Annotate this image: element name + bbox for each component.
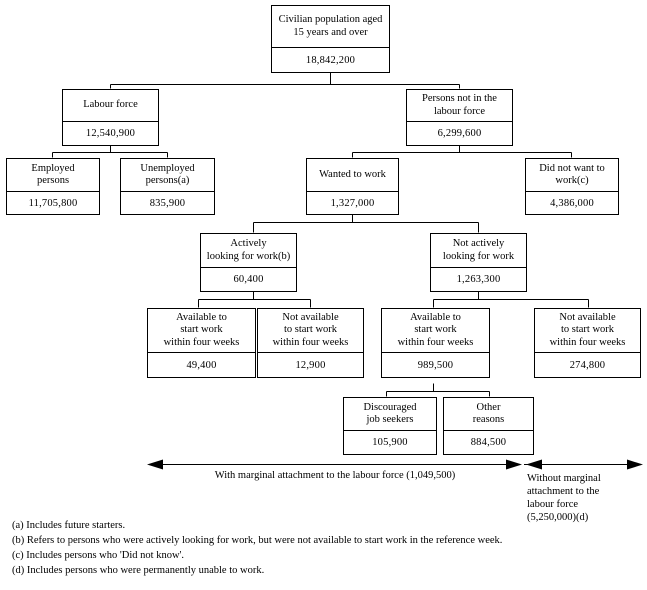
node-value: 12,540,900 (85, 128, 136, 139)
node-wanted-to-work: Wanted to work 1,327,000 (306, 158, 399, 215)
footnotes: (a) Includes future starters. (b) Refers… (12, 519, 502, 579)
node-persons-not-in-labour-force: Persons not in the labour force 6,299,60… (406, 89, 513, 146)
node-available-within-four-weeks-not-actively: Available to start work within four week… (381, 308, 490, 378)
node-label: Actively looking for work(b) (201, 234, 296, 268)
annotation-line-1: Without marginal (527, 473, 601, 484)
node-value: 49,400 (186, 359, 217, 371)
node-not-actively-looking-for-work: Not actively looking for work 1,263,300 (430, 233, 527, 292)
node-value: 60,400 (233, 274, 264, 285)
node-label: Employed persons (7, 159, 99, 192)
node-label: Other reasons (444, 398, 533, 431)
node-labour-force: Labour force 12,540,900 (62, 89, 159, 146)
footnote-b: (b) Refers to persons who were actively … (12, 534, 503, 546)
node-value: 989,500 (417, 359, 454, 371)
annotation-line-4: (5,250,000)(d) (527, 512, 589, 524)
node-not-available-within-four-weeks-not-actively: Not available to start work within four … (534, 308, 641, 378)
node-label: Unemployed persons(a) (121, 159, 214, 192)
footnote-c: (c) Includes persons who 'Did not know'. (12, 549, 185, 561)
node-label: Civilian population aged 15 years and ov… (272, 6, 389, 48)
arrowhead-left (147, 459, 163, 470)
annotation-with-marginal-attachment: With marginal attachment to the labour f… (214, 470, 456, 481)
node-not-available-within-four-weeks-actively: Not available to start work within four … (257, 308, 364, 378)
node-discouraged-job-seekers: Discouraged job seekers 105,900 (343, 397, 437, 455)
node-label: Available to start work within four week… (382, 309, 489, 353)
node-other-reasons: Other reasons 884,500 (443, 397, 534, 455)
node-employed-persons: Employed persons 11,705,800 (6, 158, 100, 215)
node-value: 1,263,300 (456, 274, 501, 285)
node-value: 105,900 (372, 437, 408, 448)
node-value: 1,327,000 (330, 197, 375, 209)
node-label: Wanted to work (307, 159, 398, 192)
footnote-a: (a) Includes future starters. (12, 520, 126, 531)
node-value: 6,299,600 (437, 128, 482, 139)
arrowhead-right-inner (506, 459, 522, 470)
node-value: 4,386,000 (550, 197, 594, 209)
node-label: Not available to start work within four … (535, 309, 640, 353)
arrowhead-left-inner2 (526, 459, 542, 470)
node-label: Discouraged job seekers (344, 398, 436, 431)
annotation-line-3: labour force (527, 499, 579, 511)
node-label: Not available to start work within four … (258, 309, 363, 353)
node-value: 835,900 (149, 197, 186, 209)
node-value: 12,900 (295, 359, 326, 371)
node-value: 274,800 (569, 359, 606, 371)
node-label: Did not want to work(c) (526, 159, 618, 192)
node-available-within-four-weeks-actively: Available to start work within four week… (147, 308, 256, 378)
node-value: 884,500 (470, 437, 507, 448)
node-value: 11,705,800 (28, 197, 78, 209)
node-value: 18,842,200 (305, 54, 356, 66)
labour-force-flowchart: Civilian population aged 15 years and ov… (0, 0, 647, 590)
node-label: Persons not in the labour force (407, 90, 512, 122)
arrowhead-far-right (627, 459, 643, 470)
footnote-d: (d) Includes persons who were permanentl… (12, 564, 265, 576)
node-civilian-population: Civilian population aged 15 years and ov… (271, 5, 390, 73)
node-did-not-want-to-work: Did not want to work(c) 4,386,000 (525, 158, 619, 215)
node-unemployed-persons: Unemployed persons(a) 835,900 (120, 158, 215, 215)
node-label: Not actively looking for work (431, 234, 526, 268)
node-label: Available to start work within four week… (148, 309, 255, 353)
node-label: Labour force (63, 90, 158, 122)
annotation-without-marginal-attachment: Without marginal attachment to the labou… (527, 472, 645, 525)
annotation-line-2: attachment to the (527, 486, 600, 498)
node-actively-looking-for-work: Actively looking for work(b) 60,400 (200, 233, 297, 292)
